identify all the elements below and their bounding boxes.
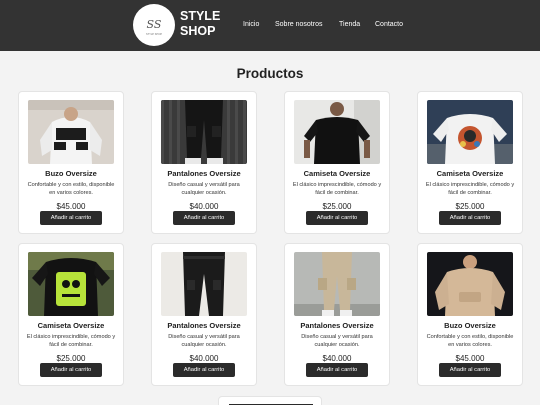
product-price: $40.000 bbox=[189, 202, 219, 211]
product-title: Buzo Oversize bbox=[444, 321, 496, 330]
product-price: $40.000 bbox=[189, 354, 219, 363]
product-image[interactable] bbox=[427, 100, 513, 164]
nav-link-contacto[interactable]: Contacto bbox=[375, 19, 403, 31]
product-image[interactable] bbox=[161, 100, 247, 164]
svg-text:STYLE SHOP: STYLE SHOP bbox=[146, 32, 162, 36]
product-price: $45.000 bbox=[56, 202, 86, 211]
product-title: Camiseta Oversize bbox=[303, 169, 371, 178]
product-image[interactable] bbox=[294, 100, 380, 164]
product-price: $45.000 bbox=[455, 354, 485, 363]
add-to-cart-button[interactable]: Añadir al carrito bbox=[173, 211, 235, 225]
product-title: Buzo Oversize bbox=[45, 169, 97, 178]
product-card: Buzo Oversize Confortable y con estilo, … bbox=[417, 243, 523, 386]
product-title: Camiseta Oversize bbox=[436, 169, 504, 178]
product-description: Diseño casual y versátil para cualquier … bbox=[168, 182, 240, 196]
product-description: Confortable y con estilo, disponible en … bbox=[27, 182, 115, 196]
product-image[interactable] bbox=[427, 252, 513, 316]
product-card: Camiseta Oversize El clásico imprescindi… bbox=[284, 91, 390, 234]
product-title: Camiseta Oversize bbox=[37, 321, 105, 330]
product-card: Camiseta Oversize El clásico imprescindi… bbox=[417, 91, 523, 234]
product-image[interactable] bbox=[161, 252, 247, 316]
nav-link-sobre-nosotros[interactable]: Sobre nosotros bbox=[275, 19, 322, 31]
product-price: $25.000 bbox=[455, 202, 485, 211]
add-to-cart-button[interactable]: Añadir al carrito bbox=[439, 363, 501, 377]
product-card-partial bbox=[218, 396, 322, 405]
product-description: El clásico imprescindible, cómodo y fáci… bbox=[26, 334, 116, 348]
product-price: $40.000 bbox=[322, 354, 352, 363]
product-description: Confortable y con estilo, disponible en … bbox=[426, 334, 514, 348]
product-card: Pantalones Oversize Diseño casual y vers… bbox=[151, 91, 257, 234]
add-to-cart-button[interactable]: Añadir al carrito bbox=[40, 363, 102, 377]
product-image[interactable] bbox=[28, 252, 114, 316]
product-image[interactable] bbox=[28, 100, 114, 164]
navbar: SS STYLE SHOP STYLE SHOP Inicio Sobre no… bbox=[0, 0, 540, 51]
product-card: Buzo Oversize Confortable y con estilo, … bbox=[18, 91, 124, 234]
add-to-cart-button[interactable]: Añadir al carrito bbox=[306, 363, 368, 377]
product-title: Pantalones Oversize bbox=[167, 321, 241, 330]
product-description: Diseño casual y versátil para cualquier … bbox=[301, 334, 373, 348]
product-card: Camiseta Oversize El clásico imprescindi… bbox=[18, 243, 124, 386]
product-title: Pantalones Oversize bbox=[167, 169, 241, 178]
product-description: El clásico imprescindible, cómodo y fáci… bbox=[425, 182, 515, 196]
add-to-cart-button[interactable]: Añadir al carrito bbox=[40, 211, 102, 225]
nav-links: Inicio Sobre nosotros Tienda Contacto bbox=[0, 19, 540, 31]
add-to-cart-button[interactable]: Añadir al carrito bbox=[173, 363, 235, 377]
nav-link-tienda[interactable]: Tienda bbox=[339, 19, 360, 31]
page-title: Productos bbox=[236, 66, 304, 81]
product-image[interactable] bbox=[294, 252, 380, 316]
product-card: Pantalones Oversize Diseño casual y vers… bbox=[284, 243, 390, 386]
add-to-cart-button[interactable]: Añadir al carrito bbox=[306, 211, 368, 225]
product-price: $25.000 bbox=[322, 202, 352, 211]
product-price: $25.000 bbox=[56, 354, 86, 363]
add-to-cart-button[interactable]: Añadir al carrito bbox=[439, 211, 501, 225]
product-description: Diseño casual y versátil para cualquier … bbox=[168, 334, 240, 348]
product-title: Pantalones Oversize bbox=[300, 321, 374, 330]
product-description: El clásico imprescindible, cómodo y fáci… bbox=[292, 182, 382, 196]
nav-link-inicio[interactable]: Inicio bbox=[243, 19, 259, 31]
product-card: Pantalones Oversize Diseño casual y vers… bbox=[151, 243, 257, 386]
